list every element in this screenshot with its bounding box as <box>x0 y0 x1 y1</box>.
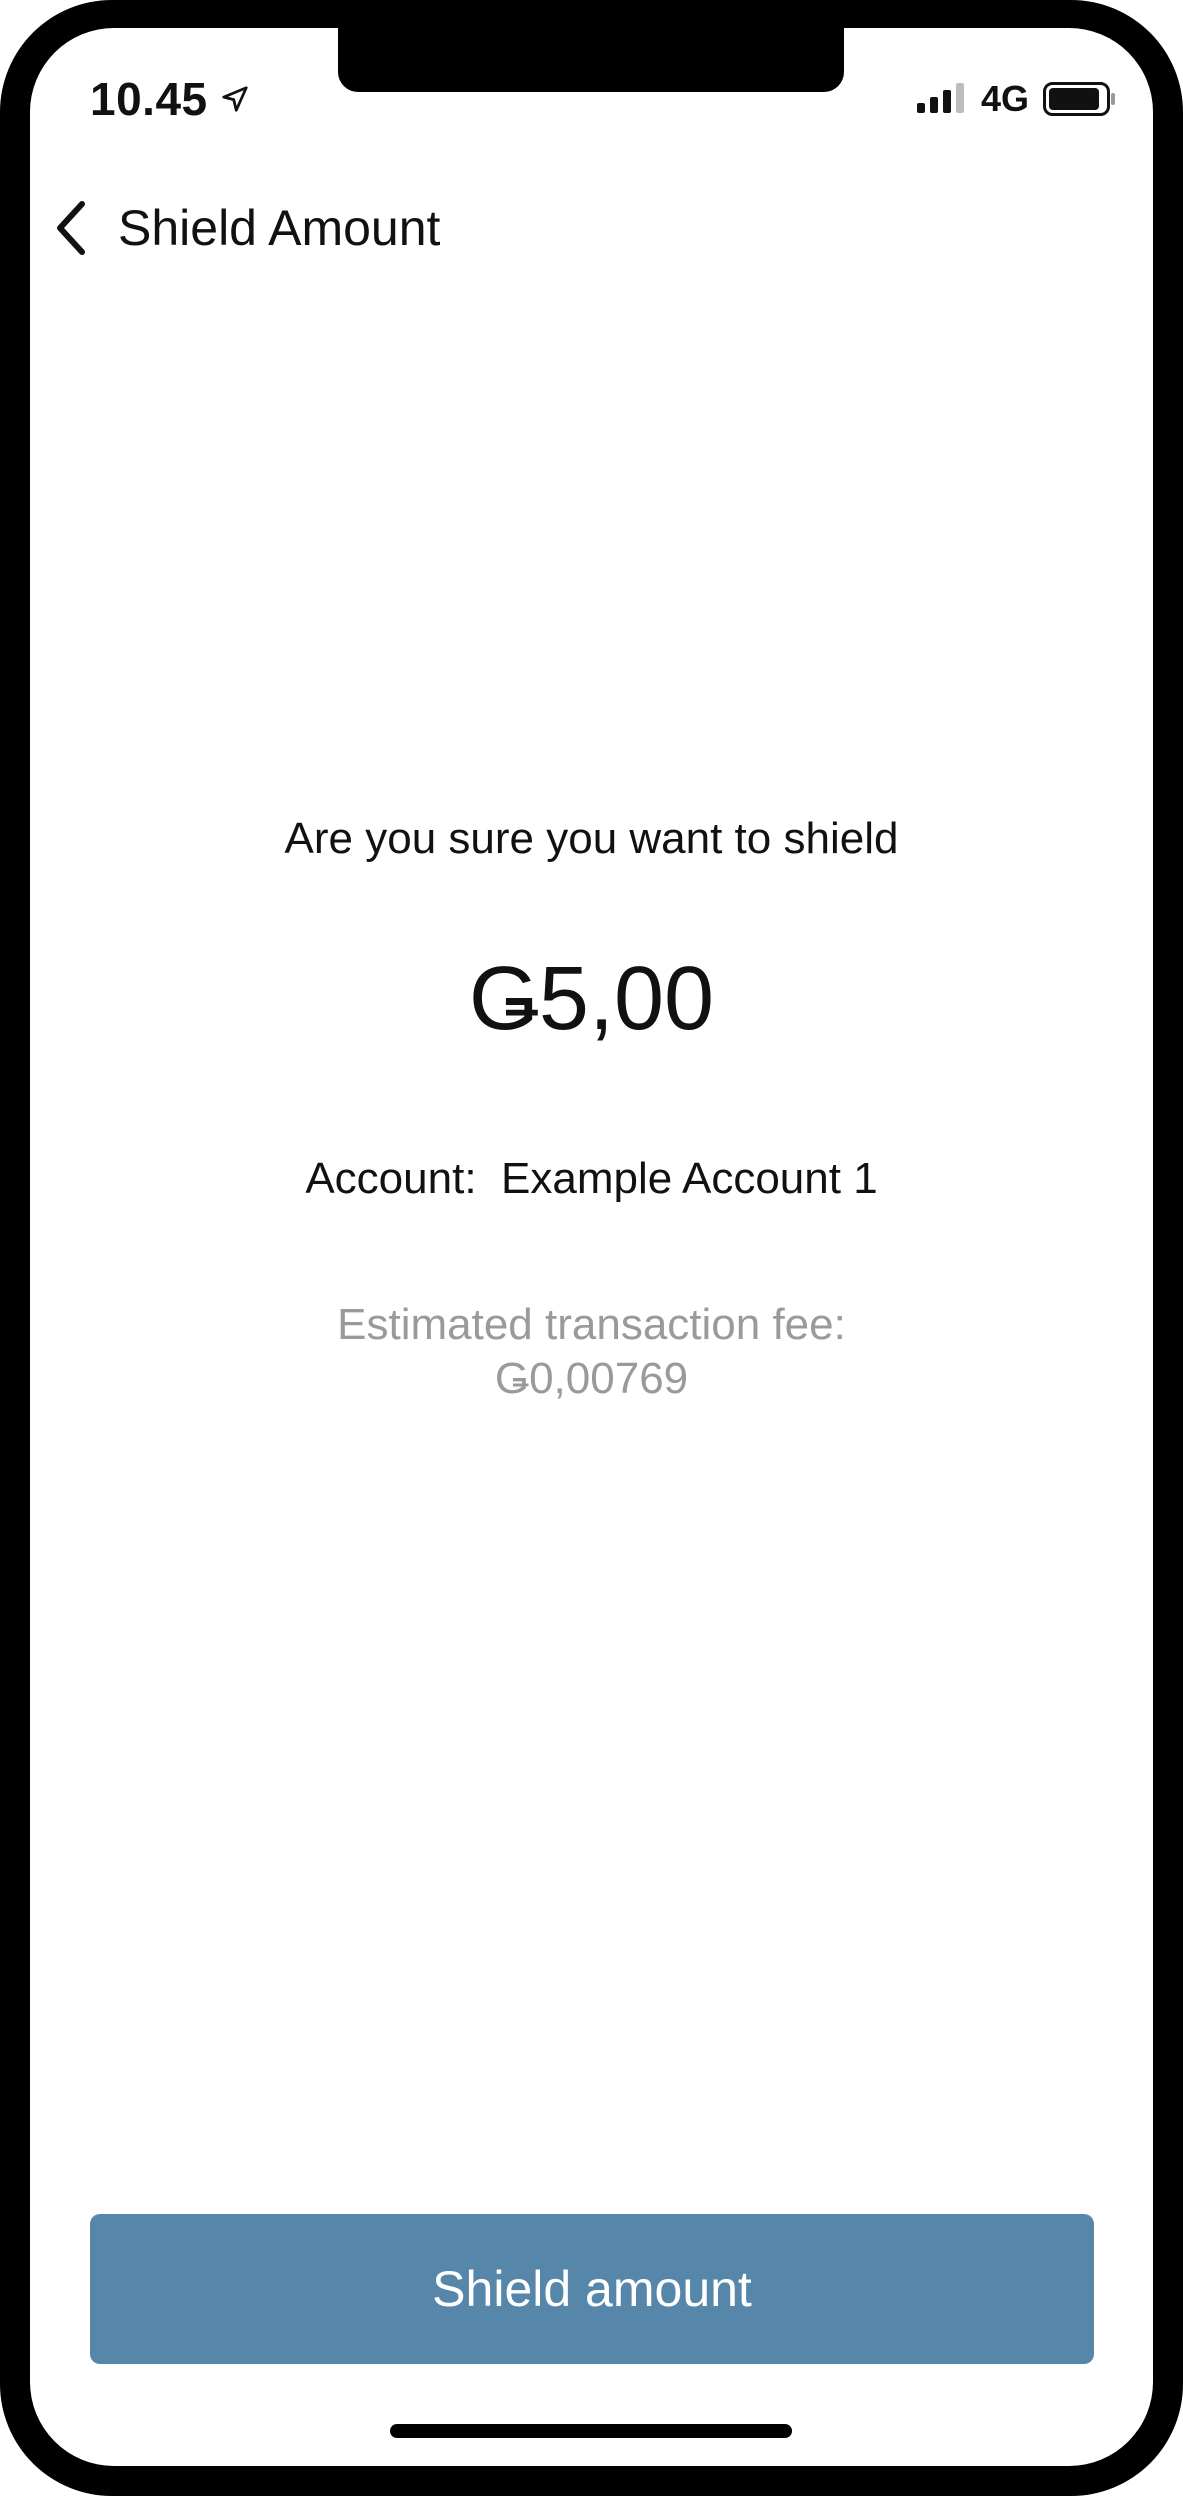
screen: 10.45 4G Shield Amount Are you sure you … <box>30 28 1153 2466</box>
account-name: Example Account 1 <box>501 1154 878 1203</box>
status-time: 10.45 <box>90 72 250 126</box>
chevron-left-icon[interactable] <box>50 198 92 258</box>
page-title: Shield Amount <box>118 200 441 256</box>
fee-value: Ǥ0,00769 <box>494 1354 689 1403</box>
network-type: 4G <box>980 78 1029 119</box>
signal-icon <box>916 83 964 113</box>
device-notch <box>338 28 844 92</box>
home-indicator[interactable] <box>390 2424 792 2438</box>
location-arrow-icon <box>222 86 248 112</box>
estimated-fee: Estimated transaction fee: Ǥ0,00769 <box>30 1298 1153 1406</box>
account-label: Account: <box>305 1154 477 1203</box>
fee-label: Estimated transaction fee: <box>337 1300 846 1349</box>
status-time-text: 10.45 <box>90 73 208 125</box>
device-frame: 10.45 4G Shield Amount Are you sure you … <box>0 0 1183 2496</box>
account-row: Account: Example Account 1 <box>30 1154 1153 1204</box>
shield-amount-value: Ǥ5,00 <box>468 949 715 1049</box>
shield-amount-button[interactable]: Shield amount <box>90 2214 1094 2364</box>
status-indicators: 4G <box>915 78 1117 120</box>
confirm-prompt: Are you sure you want to shield <box>284 814 899 863</box>
navigation-header: Shield Amount <box>50 188 440 268</box>
battery-icon <box>1043 82 1115 116</box>
